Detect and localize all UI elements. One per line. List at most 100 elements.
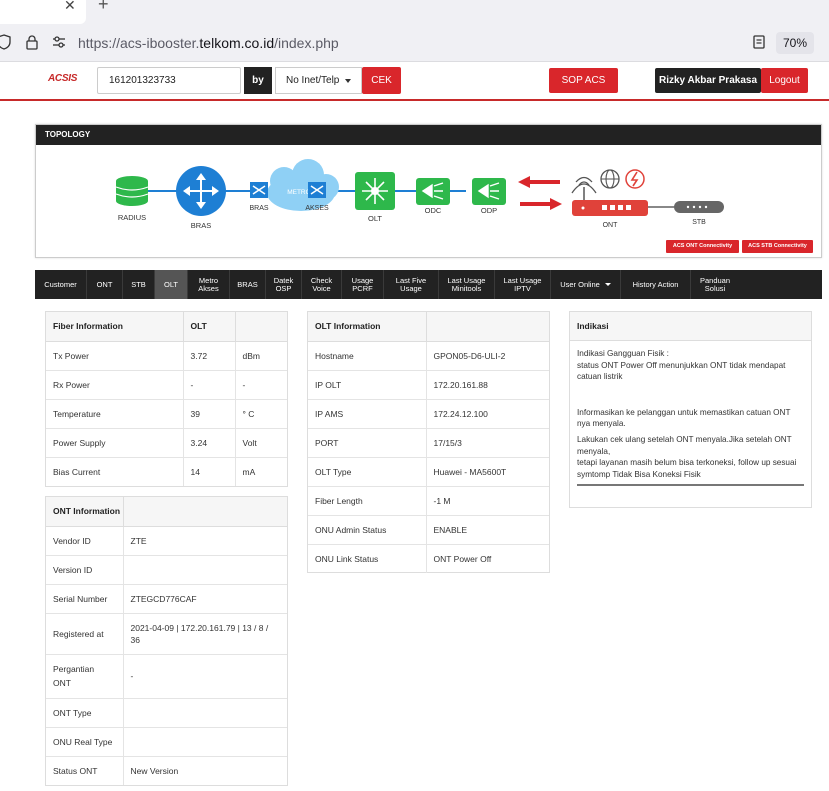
power-off-icon (625, 169, 645, 189)
tab-close-icon[interactable]: ✕ (64, 0, 78, 12)
table-row: Serial Number ZTEGCD776CAF (46, 584, 287, 614)
fiber-label: Temperature (46, 399, 184, 429)
olt-header-title: OLT Information (308, 312, 427, 342)
table-row: IP AMS 172.24.12.100 (308, 399, 549, 429)
radius-label: RADIUS (118, 213, 146, 222)
topology-panel: TOPOLOGY RADIUS BRAS METRO - E BRAS AKSE… (35, 124, 822, 258)
ont-value: ZTEGCD776CAF (123, 584, 287, 614)
sop-acs-button[interactable]: SOP ACS (549, 68, 618, 93)
nav-metro-akses[interactable]: Metro Akses (188, 270, 230, 299)
indikasi-instruction-text: Informasikan ke pelanggan untuk memastik… (577, 407, 791, 429)
indikasi-panel: Indikasi Indikasi Gangguan Fisik : statu… (569, 311, 812, 508)
shield-icon[interactable] (0, 34, 12, 50)
nav-panduan-solusi[interactable]: Panduan Solusi (691, 270, 739, 299)
bras-router-icon (176, 166, 226, 216)
metro-akses-label: AKSES (305, 205, 329, 212)
table-row: Rx Power - - (46, 370, 287, 400)
ont-device-icon (572, 176, 648, 216)
search-type-select[interactable]: No Inet/Telp (275, 67, 362, 94)
table-row: ONU Real Type (46, 727, 287, 757)
indikasi-followup-text: tetapi layanan masih belum bisa terkonek… (577, 458, 797, 479)
nav-user-online[interactable]: User Online (551, 270, 621, 299)
caret-down-icon (604, 283, 611, 286)
olt-value: 172.24.12.100 (426, 399, 549, 429)
ont-value: 2021-04-09 | 172.20.161.79 | 13 / 8 / 36 (123, 613, 287, 655)
zoom-level[interactable]: 70% (776, 32, 814, 54)
nav-check-voice[interactable]: Check Voice (302, 270, 342, 299)
indikasi-body: Indikasi Gangguan Fisik : status ONT Pow… (570, 341, 811, 480)
nav-last-usage-iptv[interactable]: Last Usage IPTV (495, 270, 551, 299)
nav-usage-pcrf[interactable]: Usage PCRF (342, 270, 384, 299)
nav-customer[interactable]: Customer (35, 270, 87, 299)
nav-ont[interactable]: ONT (87, 270, 123, 299)
acs-ont-connectivity-button[interactable]: ACS ONT Connectivity (666, 240, 739, 253)
fiber-information-panel: Fiber Information OLT Tx Power 3.72 dBm … (45, 311, 288, 487)
metro-bras-label: BRAS (249, 205, 268, 212)
fiber-label: Rx Power (46, 370, 184, 400)
user-name[interactable]: Rizky Akbar Prakasa (655, 68, 761, 93)
nav-history-action[interactable]: History Action (621, 270, 691, 299)
olt-value: 172.20.161.88 (426, 370, 549, 400)
fiber-unit: Volt (235, 428, 287, 458)
fiber-unit: mA (242, 466, 256, 477)
nav-stb[interactable]: STB (123, 270, 155, 299)
ont-value: New Version (130, 765, 179, 776)
indikasi-status-text: status ONT Power Off menunjukkan ONT tid… (577, 360, 786, 382)
nav-last-usage-minitools[interactable]: Last Usage Minitools (439, 270, 495, 299)
table-row: ONT Type (46, 698, 287, 728)
new-tab-icon[interactable]: + (98, 0, 109, 15)
reader-view-icon[interactable] (751, 34, 767, 50)
fiber-header-olt: OLT (183, 312, 236, 342)
fiber-information-table: Fiber Information OLT Tx Power 3.72 dBm … (46, 312, 287, 486)
browser-tab[interactable]: ✕ (0, 0, 86, 24)
fiber-header-unit (235, 312, 287, 342)
metro-cloud-icon (267, 159, 339, 211)
bras-label: BRAS (191, 221, 211, 230)
table-row: PORT 17/15/3 (308, 428, 549, 458)
indikasi-divider (577, 484, 804, 487)
olt-header-value (426, 312, 549, 342)
olt-icon (355, 172, 395, 210)
odc-icon (416, 178, 450, 205)
nav-olt[interactable]: OLT (155, 270, 188, 299)
fiber-label: Bias Current (46, 457, 184, 486)
olt-label: Hostname (308, 341, 427, 371)
caret-down-icon (345, 79, 351, 83)
lock-icon[interactable] (24, 34, 40, 50)
table-row: Power Supply 3.24 Volt (46, 428, 287, 458)
indikasi-heading-text: Indikasi Gangguan Fisik : (577, 349, 669, 358)
table-row: Hostname GPON05-D6-ULI-2 (308, 341, 549, 371)
stb-device-icon (674, 201, 724, 213)
logout-button[interactable]: Logout (761, 68, 808, 93)
olt-value: ENABLE (426, 515, 549, 545)
site-permissions-icon[interactable] (51, 34, 67, 50)
url-text[interactable]: https://acs-ibooster.telkom.co.id/index.… (78, 35, 339, 51)
table-row: Temperature 39 ° C (46, 399, 287, 429)
fiber-value: 3.72 (183, 341, 236, 371)
fiber-unit: ° C (235, 399, 287, 429)
nav-last-five-usage[interactable]: Last Five Usage (384, 270, 439, 299)
search-type-value: No Inet/Telp (286, 75, 340, 86)
fiber-value: 14 (183, 457, 236, 486)
olt-label: OLT (368, 214, 382, 223)
olt-value: -1 M (426, 486, 549, 516)
cek-button[interactable]: CEK (362, 67, 401, 94)
ont-label: Serial Number (46, 584, 124, 614)
olt-label: ONU Link Status (308, 544, 427, 573)
acs-stb-connectivity-button[interactable]: ACS STB Connectivity (742, 240, 813, 253)
nav-bras[interactable]: BRAS (230, 270, 266, 299)
fiber-unit: - (235, 370, 287, 400)
search-input[interactable]: 161201323733 (97, 67, 241, 94)
nav-user-online-label: User Online (560, 279, 600, 289)
olt-value: Huawei - MA5600T (426, 457, 549, 487)
ont-header-title: ONT Information (46, 497, 124, 527)
ont-header-value (123, 497, 287, 527)
olt-value: ONT Power Off (433, 553, 492, 564)
ont-label: Version ID (46, 555, 124, 585)
indikasi-recheck-text: Lakukan cek ulang setelah ONT menyala.Ji… (577, 434, 792, 456)
olt-label: Fiber Length (308, 486, 427, 516)
indikasi-title: Indikasi (570, 312, 811, 341)
fiber-label: Power Supply (46, 428, 184, 458)
topology-title: TOPOLOGY (36, 125, 821, 145)
nav-datek-osp[interactable]: Datek OSP (266, 270, 302, 299)
